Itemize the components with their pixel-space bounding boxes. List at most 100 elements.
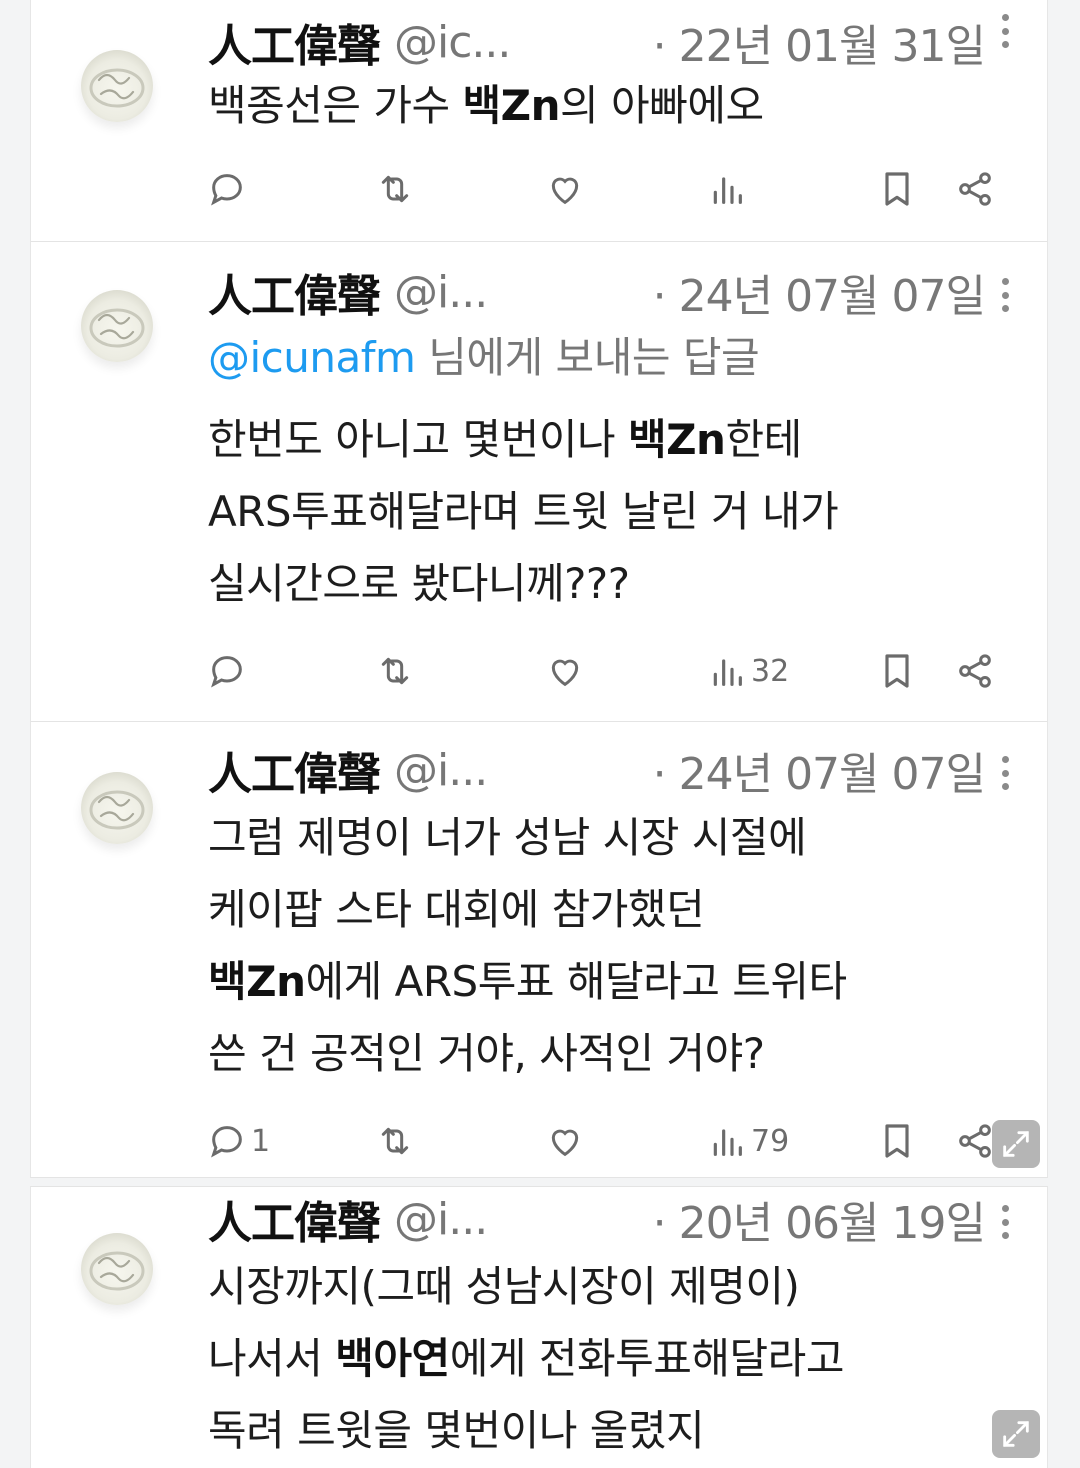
text-segment: 독려 트윗을 몇번이나 올렸지	[208, 1406, 705, 1455]
text-segment: 한번도 아니고 몇번이나	[208, 415, 628, 464]
text-segment: 에게 ARS투표 해달라고 트위타	[305, 957, 848, 1006]
reply-button[interactable]: 1	[207, 1118, 270, 1164]
bold-text: 백Zn	[208, 957, 306, 1006]
retweet-button[interactable]	[375, 1118, 415, 1164]
retweet-icon	[375, 169, 415, 209]
more-icon[interactable]	[1001, 1205, 1009, 1239]
retweet-icon	[375, 651, 415, 691]
tweet-text-line: 한번도 아니고 몇번이나 백Zn한테	[208, 404, 1027, 476]
tweet-date[interactable]: · 24년 07월 07일	[653, 260, 986, 324]
reply-button[interactable]	[207, 166, 247, 212]
tweet-text-line: 백Zn에게 ARS투표 해달라고 트위타	[208, 946, 1027, 1018]
reply-icon	[207, 169, 247, 209]
author-name[interactable]: 人工偉聲	[208, 1187, 381, 1251]
tweet-text-line: 시장까지(그때 성남시장이 제명이)	[208, 1251, 1027, 1323]
expand-icon[interactable]	[992, 1410, 1040, 1458]
text-segment: 한테	[725, 415, 802, 464]
reply-icon	[207, 651, 247, 691]
reply-button[interactable]	[207, 648, 247, 694]
bookmark-button[interactable]	[877, 648, 917, 694]
tweet-card[interactable]: 人工偉聲 @i... · 24년 07월 07일 @icunafm 님에게 보내…	[30, 242, 1048, 722]
heart-icon	[545, 651, 585, 691]
tweet-header: 人工偉聲 @i... · 24년 07월 07일	[208, 742, 1017, 801]
tweet-card[interactable]: 人工偉聲 @i... · 20년 06월 19일 시장까지(그때 성남시장이 제…	[30, 1186, 1048, 1468]
bold-text: 백아연	[335, 1334, 450, 1383]
views-button[interactable]: 32	[707, 648, 789, 694]
heart-button[interactable]	[545, 1118, 585, 1164]
reply-icon	[207, 1121, 247, 1161]
tweet-text: 그럼 제명이 너가 성남 시장 시절에케이팝 스타 대회에 참가했던백Zn에게 …	[208, 802, 1027, 1090]
views-button[interactable]	[707, 166, 747, 212]
heart-button[interactable]	[545, 648, 585, 694]
bookmark-icon	[877, 1121, 917, 1161]
avatar[interactable]	[81, 772, 153, 844]
tweet-text-line: ARS투표해달라며 트윗 날린 거 내가	[208, 476, 1027, 548]
views-icon	[707, 169, 747, 209]
bookmark-icon	[877, 651, 917, 691]
text-segment: 실시간으로 봤다니께???	[208, 559, 630, 608]
text-segment: ARS투표해달라며 트윗 날린 거 내가	[208, 487, 839, 536]
text-segment: 쓴 건 공적인 거야, 사적인 거야?	[208, 1029, 765, 1078]
tweet-date[interactable]: · 20년 06월 19일	[653, 1187, 986, 1251]
text-segment: 에게 전화투표해달라고	[449, 1334, 845, 1383]
share-button[interactable]	[955, 166, 995, 212]
text-segment: 의 아빠에오	[560, 81, 764, 130]
avatar[interactable]	[81, 1233, 153, 1305]
tweet-text-line: 케이팝 스타 대회에 참가했던	[208, 874, 1027, 946]
tweet-text-line: 쓴 건 공적인 거야, 사적인 거야?	[208, 1018, 1027, 1090]
text-segment: 케이팝 스타 대회에 참가했던	[208, 885, 705, 934]
tweet-text-line: 독려 트윗을 몇번이나 올렸지	[208, 1395, 1027, 1467]
share-button[interactable]	[955, 1118, 995, 1164]
reply-count: 1	[251, 1123, 271, 1159]
more-icon[interactable]	[1001, 14, 1009, 48]
expand-icon[interactable]	[992, 1120, 1040, 1168]
tweet-text: 백종선은 가수 백Zn의 아빠에오	[208, 70, 1027, 142]
view-count: 79	[751, 1123, 790, 1159]
bold-text: 백Zn	[627, 415, 726, 464]
text-segment: 백종선은 가수	[208, 81, 463, 130]
author-handle[interactable]: @ic...	[394, 17, 511, 68]
author-name[interactable]: 人工偉聲	[208, 260, 381, 324]
heart-icon	[545, 1121, 585, 1161]
share-button[interactable]	[955, 648, 995, 694]
avatar[interactable]	[81, 290, 153, 362]
text-segment: 그럼 제명이 너가 성남 시장 시절에	[208, 813, 807, 862]
author-handle[interactable]: @i...	[394, 267, 488, 318]
tweet-card[interactable]: 人工偉聲 @ic... · 22년 01월 31일 백종선은 가수 백Zn의 아…	[30, 0, 1048, 242]
action-bar: 32	[31, 648, 1047, 694]
author-handle[interactable]: @i...	[394, 1194, 488, 1245]
more-icon[interactable]	[1001, 756, 1009, 790]
view-count: 32	[751, 653, 790, 689]
tweet-card[interactable]: 人工偉聲 @i... · 24년 07월 07일 그럼 제명이 너가 성남 시장…	[30, 722, 1048, 1178]
retweet-button[interactable]	[375, 648, 415, 694]
text-segment: 나서서	[208, 1334, 336, 1383]
tweet-text-line: 그럼 제명이 너가 성남 시장 시절에	[208, 802, 1027, 874]
bookmark-button[interactable]	[877, 166, 917, 212]
bookmark-icon	[877, 169, 917, 209]
views-icon	[707, 1121, 747, 1161]
tweet-header: 人工偉聲 @ic... · 22년 01월 31일	[208, 14, 1017, 73]
text-segment: 시장까지(그때 성남시장이 제명이)	[208, 1262, 800, 1311]
more-icon[interactable]	[1001, 278, 1009, 312]
avatar[interactable]	[81, 50, 153, 122]
bookmark-button[interactable]	[877, 1118, 917, 1164]
mention-link[interactable]: @icunafm	[208, 333, 416, 382]
share-icon	[955, 1121, 995, 1161]
action-bar: 1 79	[31, 1118, 1047, 1164]
author-handle[interactable]: @i...	[394, 745, 488, 796]
views-icon	[707, 651, 747, 691]
reply-to-label: 님에게 보내는 답글	[415, 333, 760, 382]
tweet-date[interactable]: · 22년 01월 31일	[653, 10, 986, 74]
tweet-date[interactable]: · 24년 07월 07일	[653, 738, 986, 802]
share-icon	[955, 651, 995, 691]
retweet-icon	[375, 1121, 415, 1161]
author-name[interactable]: 人工偉聲	[208, 10, 381, 74]
retweet-button[interactable]	[375, 166, 415, 212]
heart-button[interactable]	[545, 166, 585, 212]
views-button[interactable]: 79	[707, 1118, 789, 1164]
author-name[interactable]: 人工偉聲	[208, 738, 381, 802]
tweet-text: 시장까지(그때 성남시장이 제명이) 나서서 백아연에게 전화투표해달라고독려 트…	[208, 1251, 1027, 1467]
tweet-text-line: 실시간으로 봤다니께???	[208, 548, 1027, 620]
heart-icon	[545, 169, 585, 209]
tweet-text: 한번도 아니고 몇번이나 백Zn한테 ARS투표해달라며 트윗 날린 거 내가실시…	[208, 404, 1027, 620]
